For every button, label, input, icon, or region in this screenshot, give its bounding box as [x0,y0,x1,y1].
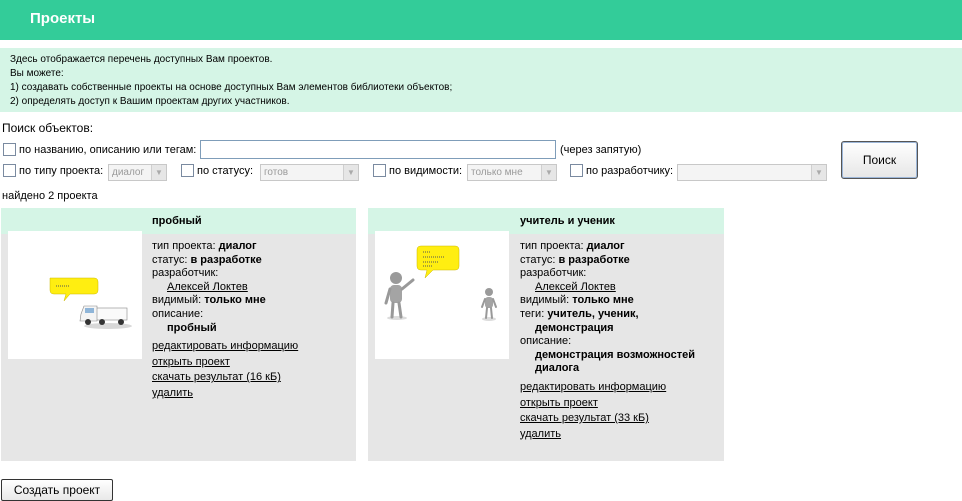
project-title: учитель и ученик [520,215,615,227]
by-name-label: по названию, описанию или тегам: [19,143,197,156]
type-select[interactable]: диалог ▼ [108,164,167,181]
type-select-value: диалог [112,167,145,178]
description-label: описание: [152,307,204,320]
download-result-link[interactable]: скачать результат (33 кБ) [520,412,649,424]
found-count: найдено 2 проекта [2,190,98,202]
search-by-visibility-row: по видимости: [373,164,462,177]
tags-value: демонстрация [535,321,614,334]
delete-link[interactable]: удалить [152,387,193,399]
status-select[interactable]: готов ▼ [260,164,359,181]
developer-select[interactable]: ▼ [677,164,827,181]
status-select-value: готов [264,167,289,178]
project-title: пробный [152,215,202,227]
visibility-select-value: только мне [471,167,523,178]
edit-info-link[interactable]: редактировать информацию [152,340,298,352]
type-value: диалог [218,240,257,252]
chevron-down-icon: ▼ [811,165,826,180]
teacher-student-scene-icon [384,245,497,321]
info-line: Вы можете: [10,68,64,79]
chevron-down-icon: ▼ [343,165,358,180]
description-value: диалога [535,362,580,375]
search-hint: (через запятую) [560,144,642,156]
search-input[interactable] [200,140,556,159]
by-developer-checkbox[interactable] [570,164,583,177]
project-card: учитель и ученик тип проекта: диалог ста… [368,208,724,461]
search-by-type-row: по типу проекта: [3,164,103,177]
type-label: тип проекта: [152,240,216,252]
search-by-developer-row: по разработчику: [570,164,673,177]
developer-link[interactable]: Алексей Локтев [535,281,616,293]
info-line: 1) создавать собственные проекты на осно… [10,82,453,93]
visible-label: видимый: [152,294,202,307]
page-title: Проекты [30,10,96,27]
truck-scene-icon [49,277,132,329]
project-thumbnail[interactable] [375,231,509,359]
description-value: пробный [167,321,217,334]
by-type-checkbox[interactable] [3,164,16,177]
status-value: в разработке [190,253,262,266]
page-header: Проекты [0,0,962,40]
status-label: статус: [520,253,556,266]
search-by-name-row: по названию, описанию или тегам: [3,143,196,156]
description-value: демонстрация возможностей [535,348,696,361]
project-card: пробный тип проекта: диалог статус: в ра… [1,208,356,461]
visible-value: только мне [572,294,634,307]
by-name-checkbox[interactable] [3,143,16,156]
developer-label: разработчик: [520,267,587,280]
project-properties: тип проекта: диалог статус: в разработке… [152,240,352,401]
type-label: тип проекта: [520,240,584,252]
by-visibility-checkbox[interactable] [373,164,386,177]
info-panel: Здесь отображается перечень доступных Ва… [0,48,962,112]
info-line: 2) определять доступ к Вашим проектам др… [10,96,290,107]
by-status-label: по статусу: [197,164,254,177]
status-label: статус: [152,253,188,266]
by-visibility-label: по видимости: [389,164,463,177]
project-thumbnail[interactable] [8,231,142,359]
by-developer-label: по разработчику: [586,164,674,177]
description-label: описание: [520,335,572,348]
chevron-down-icon: ▼ [151,165,166,180]
type-value: диалог [586,240,625,252]
download-result-link[interactable]: скачать результат (16 кБ) [152,371,281,383]
search-button[interactable]: Поиск [841,141,918,179]
open-project-link[interactable]: открыть проект [152,356,230,368]
search-title: Поиск объектов: [2,121,94,135]
chevron-down-icon: ▼ [541,165,556,180]
tags-value: учитель, ученик, [547,307,639,320]
delete-link[interactable]: удалить [520,428,561,440]
visible-label: видимый: [520,294,570,307]
edit-info-link[interactable]: редактировать информацию [520,381,666,393]
search-by-status-row: по статусу: [181,164,253,177]
by-status-checkbox[interactable] [181,164,194,177]
info-line: Здесь отображается перечень доступных Ва… [10,54,273,65]
open-project-link[interactable]: открыть проект [520,397,598,409]
visible-value: только мне [204,294,266,307]
developer-link[interactable]: Алексей Локтев [167,281,248,293]
create-project-button[interactable]: Создать проект [1,479,113,501]
tags-label: теги: [520,307,545,320]
visibility-select[interactable]: только мне ▼ [467,164,557,181]
by-type-label: по типу проекта: [19,164,104,177]
project-properties: тип проекта: диалог статус: в разработке… [520,240,720,441]
status-value: в разработке [558,253,630,266]
developer-label: разработчик: [152,267,219,280]
